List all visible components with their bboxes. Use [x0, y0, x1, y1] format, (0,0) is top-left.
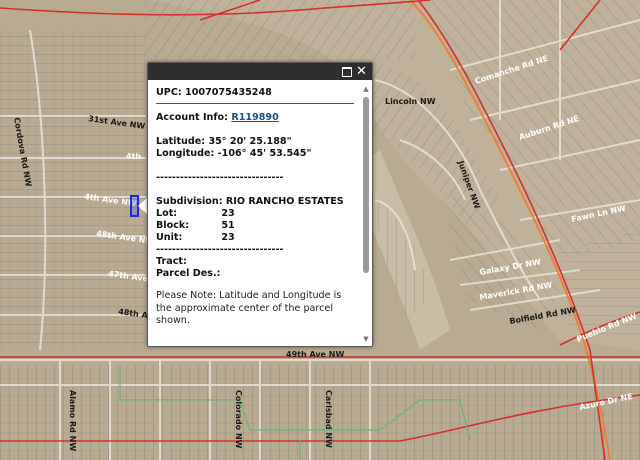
upc-value: 1007075435248 — [185, 87, 272, 98]
subdivision-label: Subdivision: — [156, 196, 223, 207]
maximize-button[interactable] — [340, 65, 353, 78]
latitude-label: Latitude: — [156, 136, 206, 147]
maximize-icon — [341, 67, 352, 77]
lot-label: Lot: — [156, 208, 178, 219]
tract-row: Tract: — [156, 256, 356, 268]
account-row: Account Info: R119890 — [156, 112, 356, 124]
latitude-value: 35° 20' 25.188" — [208, 136, 292, 147]
lot-value: 23 — [221, 208, 235, 219]
subdivision-row: Subdivision: RIO RANCHO ESTATES — [156, 196, 356, 208]
street-label-4th: 4th — [126, 152, 141, 161]
longitude-row: Longitude: -106° 45' 53.545" — [156, 148, 356, 160]
lot-row: Lot: 23 — [156, 208, 356, 220]
close-icon: ✕ — [356, 64, 367, 79]
scroll-thumb[interactable] — [363, 97, 369, 273]
longitude-value: -106° 45' 53.545" — [217, 148, 312, 159]
scroll-up-arrow-icon[interactable]: ▲ — [362, 85, 370, 93]
account-label: Account Info: — [156, 112, 228, 123]
subdivision-value: RIO RANCHO ESTATES — [225, 196, 344, 207]
parcel-info-popup: ✕ UPC: 1007075435248 Account Info: R1198… — [147, 62, 373, 347]
block-row: Block: 51 — [156, 220, 356, 232]
tract-label: Tract: — [156, 256, 187, 267]
parcel-des-label: Parcel Des.: — [156, 268, 221, 279]
popup-scrollbar[interactable]: ▲ ▼ — [362, 85, 370, 343]
coordinates-note: Please Note: Latitude and Longitude is t… — [156, 290, 342, 326]
scroll-down-arrow-icon[interactable]: ▼ — [362, 335, 370, 343]
close-button[interactable]: ✕ — [355, 65, 368, 78]
unit-value: 23 — [221, 232, 235, 243]
street-label-49th-ave: 49th Ave NW — [286, 350, 344, 359]
popup-titlebar: ✕ — [148, 63, 372, 80]
account-link[interactable]: R119890 — [231, 112, 278, 123]
unit-row: Unit: 23 — [156, 232, 356, 244]
parcel-des-row: Parcel Des.: — [156, 268, 356, 280]
divider-line — [156, 103, 354, 104]
street-label-colorado: Colorado NW — [234, 390, 243, 449]
upc-label: UPC: — [156, 87, 182, 98]
upc-row: UPC: 1007075435248 — [156, 87, 356, 99]
latitude-row: Latitude: 35° 20' 25.188" — [156, 136, 356, 148]
street-label-carlsbad: Carlsbad NW — [324, 390, 333, 448]
block-value: 51 — [221, 220, 235, 231]
street-label-alamo: Alamo Rd NW — [68, 390, 77, 451]
popup-content: UPC: 1007075435248 Account Info: R119890… — [156, 87, 356, 343]
longitude-label: Longitude: — [156, 148, 215, 159]
dashed-divider-2: -------------------------------- — [156, 244, 284, 255]
dashed-divider-1: -------------------------------- — [156, 172, 284, 183]
unit-label: Unit: — [156, 232, 183, 243]
block-label: Block: — [156, 220, 190, 231]
street-label-lincoln: Lincoln NW — [385, 97, 436, 106]
